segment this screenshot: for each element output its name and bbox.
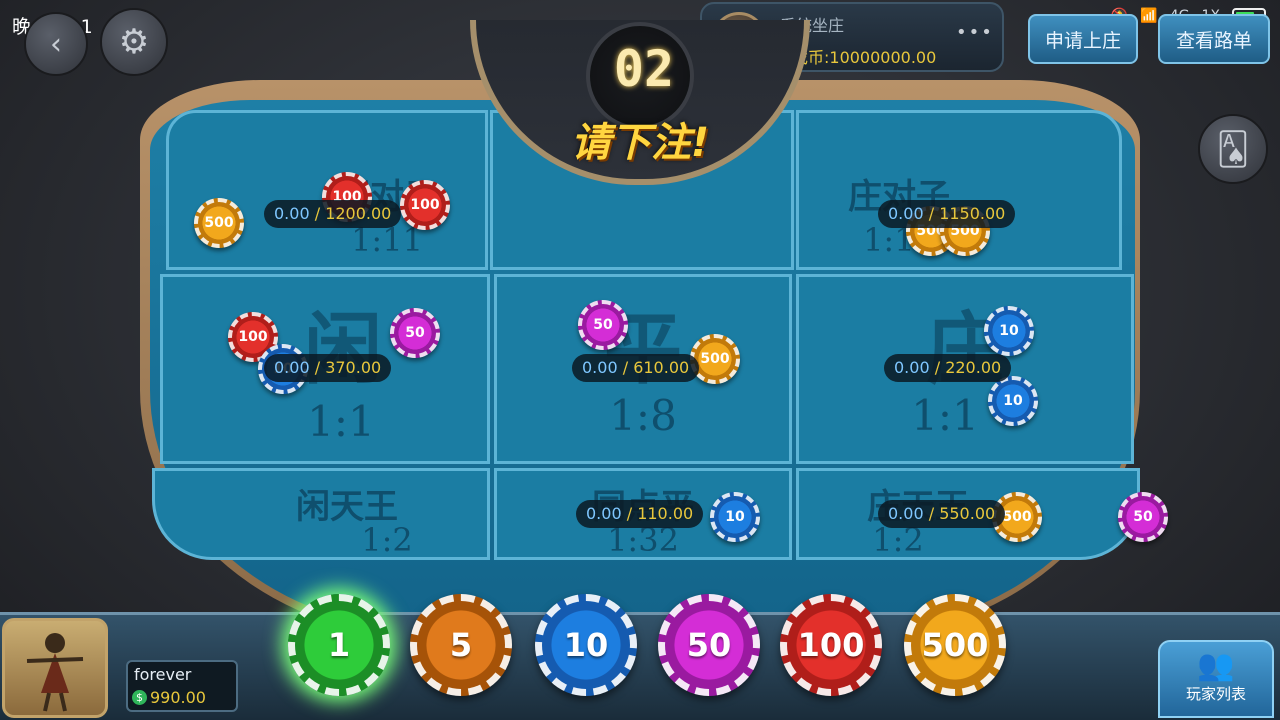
bet-area-name: 平	[603, 304, 682, 395]
chip-5-button[interactable]: 5	[410, 594, 512, 696]
back-button[interactable]: ‹	[24, 12, 88, 76]
chip-1-button[interactable]: 1	[288, 594, 390, 696]
my-bet: 0.00	[586, 504, 622, 523]
player-avatar-image	[26, 633, 84, 712]
view-history-button[interactable]: 查看路单	[1158, 14, 1270, 64]
bet-amount-player-pair: 0.00 / 1200.00	[264, 200, 402, 228]
bet-amount-player: 0.00 / 370.00	[264, 354, 392, 382]
total-bet: / 550.00	[923, 504, 996, 523]
back-arrow-icon: ‹	[50, 26, 62, 62]
my-bet: 0.00	[888, 504, 924, 523]
wifi-icon: 📶	[1140, 8, 1158, 24]
chip-100-button[interactable]: 100	[780, 594, 882, 696]
players-icon: 👥	[1197, 648, 1235, 683]
coin-icon: $	[132, 690, 147, 705]
table-chip: 50	[1118, 492, 1168, 542]
table-chip: 50	[390, 308, 440, 358]
countdown-number: 02	[613, 40, 675, 98]
bet-amount-banker: 0.00 / 220.00	[884, 354, 1012, 382]
total-bet: / 220.00	[929, 358, 1002, 377]
bet-area-name: 庄	[925, 304, 1004, 395]
countdown: 02 请下注!	[470, 20, 810, 185]
total-bet: / 610.00	[617, 358, 690, 377]
table-chip: 100	[400, 180, 450, 230]
table-chip: 500	[690, 334, 740, 384]
table-chip: 10	[710, 492, 760, 542]
my-bet: 0.00	[274, 358, 310, 377]
table-chip: 500	[194, 198, 244, 248]
playing-cards-icon: 🂡	[1216, 130, 1250, 168]
player-list-label: 玩家列表	[1185, 685, 1246, 703]
settings-button[interactable]: ⚙	[100, 8, 168, 76]
player-list-button[interactable]: 👥 玩家列表	[1158, 640, 1274, 718]
bet-area-odds: 1:1	[307, 397, 375, 446]
total-bet: / 370.00	[309, 358, 382, 377]
total-bet: / 110.00	[621, 504, 694, 523]
game-room: 晚上8:11 🔕 📶 4G 1X ‹ ⚙ 庄 系统坐庄 游戏币:10000000…	[0, 0, 1280, 720]
bet-area-odds: 1:8	[609, 391, 677, 440]
banker-more-icon[interactable]: •••	[956, 22, 994, 43]
table-chip: 10	[988, 376, 1038, 426]
gear-icon: ⚙	[118, 22, 150, 62]
my-bet: 0.00	[582, 358, 618, 377]
bet-area-odds: 1:1	[911, 391, 979, 440]
chip-10-button[interactable]: 10	[535, 594, 637, 696]
cards-button[interactable]: 🂡	[1198, 114, 1268, 184]
chip-500-button[interactable]: 500	[904, 594, 1006, 696]
chip-50-button[interactable]: 50	[658, 594, 760, 696]
total-bet: / 1200.00	[309, 204, 392, 223]
bet-area-player-natural[interactable]: 闲天王 1:2	[152, 468, 490, 560]
player-name: forever	[134, 665, 192, 684]
bet-amount-banker-natural: 0.00 / 550.00	[878, 500, 1006, 528]
player-info: forever $ 990.00	[126, 660, 238, 712]
bet-amount-same-point-tie: 0.00 / 110.00	[576, 500, 704, 528]
countdown-prompt: 请下注!	[570, 120, 710, 166]
my-bet: 0.00	[894, 358, 930, 377]
table-chip: 50	[578, 300, 628, 350]
player-coins: 990.00	[150, 688, 206, 707]
my-bet: 0.00	[274, 204, 310, 223]
table-chip: 10	[984, 306, 1034, 356]
apply-banker-button[interactable]: 申请上庄	[1028, 14, 1138, 64]
bet-amount-banker-pair: 0.00 / 1150.00	[878, 200, 1016, 228]
total-bet: / 1150.00	[923, 204, 1006, 223]
bet-amount-tie: 0.00 / 610.00	[572, 354, 700, 382]
player-avatar[interactable]	[2, 618, 108, 718]
my-bet: 0.00	[888, 204, 924, 223]
